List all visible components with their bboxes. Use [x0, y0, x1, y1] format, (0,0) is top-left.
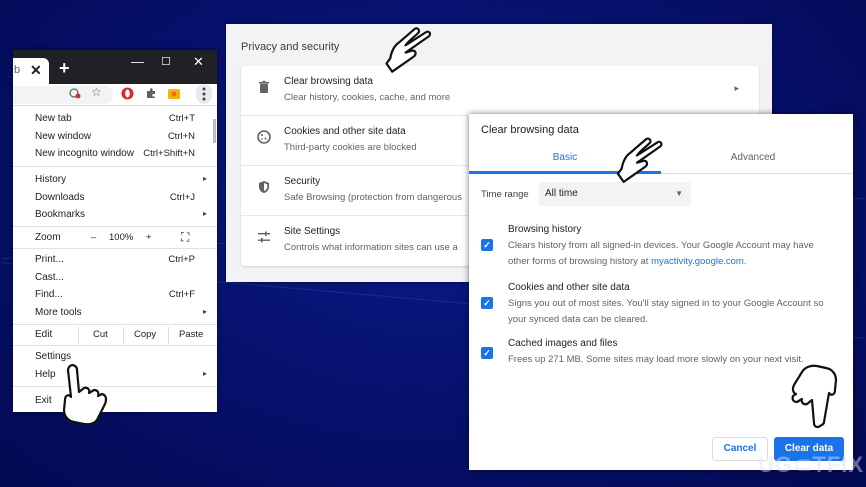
- clear-browsing-data-row[interactable]: Clear browsing data Clear history, cooki…: [241, 66, 759, 116]
- zoom-in-button[interactable]: +: [146, 232, 152, 243]
- menu-item-find[interactable]: Find... Ctrl+F: [13, 287, 217, 304]
- zoom-label: Zoom: [35, 232, 61, 243]
- paste-button[interactable]: Paste: [179, 329, 203, 340]
- row-title: Site Settings: [284, 226, 341, 237]
- myactivity-link[interactable]: myactivity.google.com: [651, 256, 744, 267]
- submenu-arrow-icon: ▸: [202, 369, 207, 378]
- option-description: Clears history from all signed-in device…: [508, 240, 814, 267]
- menu-item-shortcut: Ctrl+F: [168, 289, 195, 300]
- time-range-label: Time range: [481, 189, 529, 200]
- menu-item-label: New tab: [35, 113, 72, 124]
- sliders-icon: [258, 231, 270, 243]
- option-title: Cached images and files: [508, 338, 618, 349]
- menu-item-new-incognito-window[interactable]: New incognito window Ctrl+Shift+N: [13, 146, 217, 163]
- option-description: Frees up 271 MB. Some sites may load mor…: [508, 354, 804, 365]
- menu-item-shortcut: Ctrl+N: [167, 131, 195, 142]
- menu-item-label: Bookmarks: [35, 209, 86, 220]
- menu-item-cast[interactable]: Cast...: [13, 270, 217, 287]
- row-subtitle: Clear history, cookies, cache, and more: [284, 92, 451, 103]
- submenu-arrow-icon: ▸: [202, 307, 207, 316]
- menu-item-shortcut: Ctrl+Shift+N: [143, 148, 195, 159]
- submenu-arrow-icon: ▸: [202, 174, 207, 183]
- minimize-icon[interactable]: —: [131, 54, 144, 69]
- cookie-icon: [257, 130, 271, 144]
- menu-item-print[interactable]: Print... Ctrl+P: [13, 252, 217, 269]
- option-description: Signs you out of most sites. You'll stay…: [508, 298, 824, 325]
- shield-icon: [259, 181, 269, 193]
- submenu-arrow-icon: ▸: [202, 209, 207, 218]
- menu-item-edit: Edit Cut Copy Paste: [13, 327, 217, 344]
- option-title: Cookies and other site data: [508, 282, 630, 293]
- menu-item-history[interactable]: History ▸: [13, 172, 217, 189]
- chrome-toolbar: ☆: [13, 84, 217, 106]
- browser-tab[interactable]: b ✕: [13, 58, 49, 84]
- menu-item-new-window[interactable]: New window Ctrl+N: [13, 129, 217, 146]
- dialog-title: Clear browsing data: [481, 124, 579, 136]
- menu-divider: [13, 345, 217, 346]
- menu-item-label: New incognito window: [35, 148, 134, 159]
- opera-icon[interactable]: [121, 87, 134, 103]
- menu-item-bookmarks[interactable]: Bookmarks ▸: [13, 207, 217, 224]
- kebab-menu-icon[interactable]: [196, 84, 212, 104]
- fullscreen-icon[interactable]: ⛶: [181, 230, 189, 245]
- row-subtitle: Safe Browsing (protection from dangerous: [284, 192, 462, 203]
- copy-button[interactable]: Copy: [134, 329, 156, 340]
- row-title: Security: [284, 176, 321, 187]
- menu-item-label: History: [35, 174, 67, 185]
- menu-divider: [13, 166, 217, 167]
- ugetfix-logo: UG⊂TFIX: [758, 452, 865, 477]
- pointing-hand-icon: [791, 364, 838, 429]
- chevron-right-icon: ▸: [734, 83, 739, 93]
- row-subtitle: Controls what information sites can use …: [284, 242, 458, 253]
- pointing-hand-icon: [385, 27, 432, 73]
- chrome-window: b ✕ + — ☐ ✕ ☆ New tab Ctrl+T New window: [13, 50, 217, 412]
- trash-icon: [259, 80, 269, 93]
- menu-item-downloads[interactable]: Downloads Ctrl+J: [13, 190, 217, 207]
- zoom-out-button[interactable]: –: [91, 232, 96, 243]
- menu-divider: [13, 248, 217, 249]
- pointing-hand-icon: [62, 364, 108, 426]
- checkbox-cookies[interactable]: ✓: [481, 297, 493, 309]
- menu-item-label: Print...: [35, 254, 64, 265]
- menu-item-label: New window: [35, 131, 92, 142]
- extension-icon[interactable]: [167, 87, 181, 103]
- row-subtitle: Third-party cookies are blocked: [284, 142, 417, 153]
- pointing-hand-icon: [616, 137, 663, 183]
- star-icon[interactable]: ☆: [91, 85, 102, 99]
- menu-item-label: Exit: [35, 395, 52, 406]
- time-range-value: All time: [545, 188, 578, 199]
- checkbox-cached-images[interactable]: ✓: [481, 347, 493, 359]
- close-window-icon[interactable]: ✕: [193, 54, 204, 70]
- menu-divider: [13, 324, 217, 325]
- checkbox-browsing-history[interactable]: ✓: [481, 239, 493, 251]
- extensions-puzzle-icon[interactable]: [145, 87, 157, 102]
- menu-item-label: More tools: [35, 307, 82, 318]
- menu-item-zoom: Zoom – 100% + ⛶: [13, 230, 217, 247]
- chrome-title-bar: b ✕ + — ☐ ✕: [13, 50, 217, 84]
- close-tab-icon[interactable]: ✕: [30, 62, 42, 79]
- edit-label: Edit: [35, 329, 53, 340]
- red-badge-icon[interactable]: [69, 87, 81, 102]
- menu-item-shortcut: Ctrl+J: [169, 192, 195, 203]
- menu-item-shortcut: Ctrl+T: [168, 113, 195, 124]
- new-tab-button[interactable]: +: [59, 58, 70, 79]
- menu-item-new-tab[interactable]: New tab Ctrl+T: [13, 111, 217, 128]
- menu-divider: [13, 226, 217, 227]
- cut-button[interactable]: Cut: [93, 329, 108, 340]
- option-title: Browsing history: [508, 224, 582, 235]
- section-title: Privacy and security: [241, 41, 340, 53]
- row-title: Cookies and other site data: [284, 126, 406, 137]
- menu-item-label: Settings: [35, 351, 72, 362]
- tab-title-fragment: b: [14, 64, 21, 76]
- tab-advanced[interactable]: Advanced: [657, 152, 849, 163]
- maximize-icon[interactable]: ☐: [161, 55, 171, 68]
- menu-item-more-tools[interactable]: More tools ▸: [13, 305, 217, 322]
- menu-item-label: Find...: [35, 289, 63, 300]
- zoom-level: 100%: [109, 232, 134, 243]
- row-title: Clear browsing data: [284, 76, 373, 87]
- menu-item-shortcut: Ctrl+P: [168, 254, 195, 265]
- menu-item-label: Downloads: [35, 192, 85, 203]
- menu-item-label: Cast...: [35, 272, 64, 283]
